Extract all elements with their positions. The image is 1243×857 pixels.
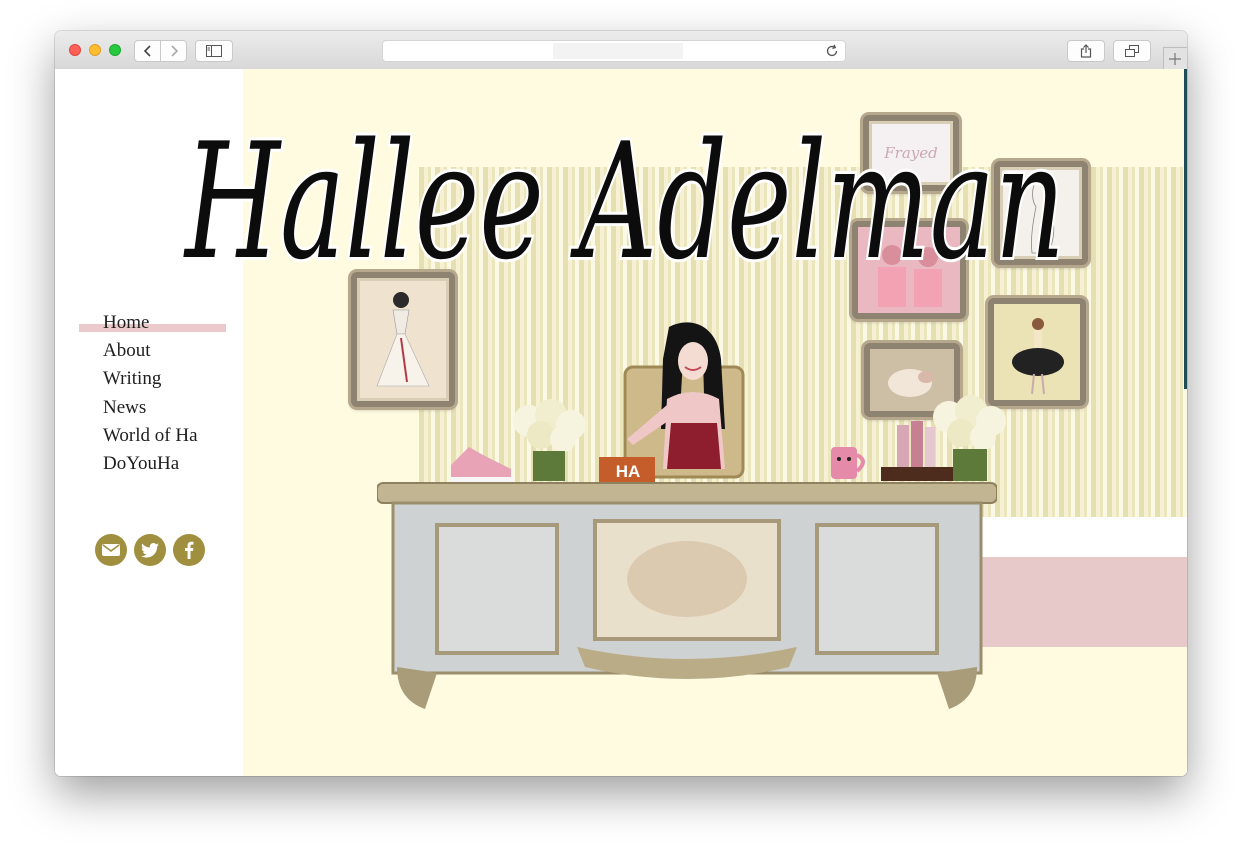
fashion-sketch-image <box>376 292 430 387</box>
chevron-right-icon <box>170 45 178 57</box>
hero-illustration: Frayed HA <box>243 69 1187 776</box>
tutu-frame <box>988 298 1086 406</box>
browser-toolbar <box>55 31 1187 70</box>
nav-item-home[interactable]: Home <box>103 309 198 337</box>
pink-panel <box>981 557 1187 647</box>
zoom-window-button[interactable] <box>109 44 121 56</box>
share-icon <box>1080 44 1092 58</box>
sketch-image <box>1031 176 1055 254</box>
address-bar[interactable] <box>382 40 846 62</box>
frame-caption: Frayed <box>884 144 938 162</box>
forward-button[interactable] <box>160 40 187 62</box>
nav-item-about[interactable]: About <box>103 337 198 365</box>
main-navigation: Home About Writing News World of Ha DoYo… <box>103 309 198 478</box>
fashion-frame-left <box>351 272 455 407</box>
nav-item-writing[interactable]: Writing <box>103 365 198 393</box>
plus-icon <box>1169 53 1181 65</box>
browser-window: Frayed HA Home About Writing News World … <box>55 31 1187 776</box>
desk-items <box>451 395 1006 483</box>
tutu-image <box>994 304 1080 400</box>
flowers-left <box>513 399 586 481</box>
minimize-window-button[interactable] <box>89 44 101 56</box>
facebook-button[interactable] <box>173 534 205 566</box>
edge-line <box>1184 69 1187 389</box>
tabs-icon <box>1125 45 1139 57</box>
frayed-frame: Frayed <box>863 115 959 191</box>
email-button[interactable] <box>95 534 127 566</box>
pink-photo-frame <box>852 221 966 319</box>
reload-icon[interactable] <box>825 44 839 58</box>
sidebar-toggle-button[interactable] <box>195 40 233 62</box>
desk-illustration <box>377 482 997 709</box>
chevron-left-icon <box>143 45 151 57</box>
twitter-icon <box>141 542 159 558</box>
wall-band <box>979 517 1187 557</box>
close-window-button[interactable] <box>69 44 81 56</box>
new-tab-button[interactable] <box>1163 47 1187 69</box>
page-viewport: Frayed HA Home About Writing News World … <box>55 69 1187 776</box>
facebook-icon <box>185 541 194 559</box>
pink-mug <box>831 447 865 479</box>
twitter-button[interactable] <box>134 534 166 566</box>
pink-photo-image <box>858 227 960 313</box>
back-button[interactable] <box>134 40 161 62</box>
tab-overview-button[interactable] <box>1113 40 1151 62</box>
nav-item-world-of-ha[interactable]: World of Ha <box>103 422 198 450</box>
address-text <box>553 43 683 59</box>
envelope-icon <box>102 544 120 556</box>
nav-item-news[interactable]: News <box>103 394 198 422</box>
sidebar-icon <box>206 45 222 57</box>
share-button[interactable] <box>1067 40 1105 62</box>
sidebar: Home About Writing News World of Ha DoYo… <box>55 69 243 776</box>
sketch-frame-right <box>994 161 1088 265</box>
nav-item-doyouha[interactable]: DoYouHa <box>103 450 198 478</box>
